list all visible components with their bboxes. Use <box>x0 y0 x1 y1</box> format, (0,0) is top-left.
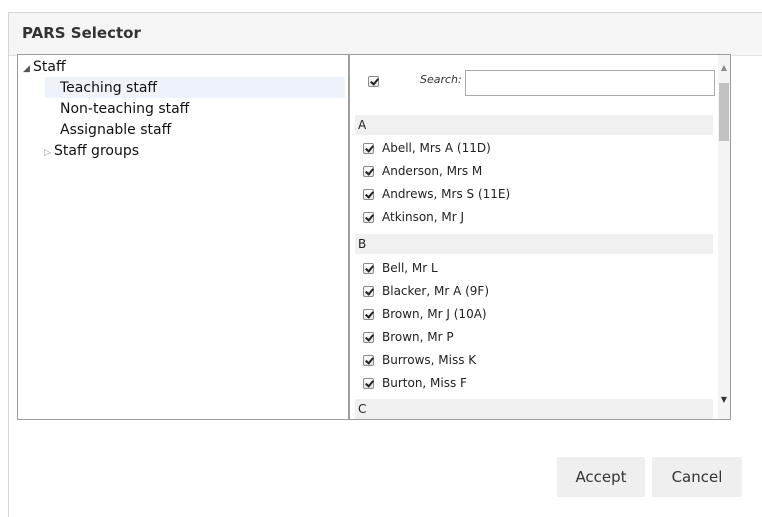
item-checkbox[interactable] <box>363 286 374 297</box>
search-label: Search: <box>420 73 462 86</box>
item-label: Anderson, Mrs M <box>382 164 483 178</box>
item-label: Andrews, Mrs S (11E) <box>382 187 511 201</box>
tree-node-assignable-staff[interactable]: Assignable staff <box>60 122 171 138</box>
item-label: Brown, Mr P <box>382 330 454 344</box>
scroll-down-arrow-icon[interactable]: ▼ <box>718 395 730 405</box>
dialog-titlebar: PARS Selector <box>9 13 762 56</box>
tree-node-teaching-staff[interactable]: Teaching staff <box>60 80 157 96</box>
scroll-up-arrow-icon[interactable]: ▲ <box>718 63 730 73</box>
tree-node-label: Assignable staff <box>60 122 172 138</box>
list-scrollbar[interactable]: ▲ ▼ <box>718 55 730 419</box>
tree-node-staff[interactable]: ◢ Staff <box>23 59 66 75</box>
cancel-button[interactable]: Cancel <box>652 457 742 497</box>
expanded-triangle-icon[interactable]: ◢ <box>23 64 33 74</box>
group-header-b: B <box>355 234 713 254</box>
dialog-title: PARS Selector <box>22 24 141 42</box>
tree-node-label: Staff groups <box>54 143 140 159</box>
collapsed-triangle-icon[interactable]: ▷ <box>44 148 54 158</box>
tree-node-label: Staff <box>33 59 66 75</box>
item-checkbox[interactable] <box>363 212 374 223</box>
tree-node-non-teaching-staff[interactable]: Non-teaching staff <box>60 101 189 117</box>
tree-node-label: Non-teaching staff <box>60 101 190 117</box>
item-checkbox[interactable] <box>363 143 374 154</box>
scrollbar-thumb[interactable] <box>719 83 729 141</box>
item-checkbox[interactable] <box>363 332 374 343</box>
group-header-c: C <box>355 399 713 419</box>
select-all-checkbox[interactable] <box>368 76 379 87</box>
item-checkbox[interactable] <box>363 166 374 177</box>
item-checkbox[interactable] <box>363 355 374 366</box>
item-label: Bell, Mr L <box>382 261 438 275</box>
item-label: Burton, Miss F <box>382 376 467 390</box>
search-input[interactable] <box>465 70 715 96</box>
item-label: Blacker, Mr A (9F) <box>382 284 490 298</box>
item-label: Atkinson, Mr J <box>382 210 465 224</box>
item-label: Burrows, Miss K <box>382 353 477 367</box>
staff-tree-pane: ◢ Staff Teaching staff Non-teaching staff… <box>17 54 349 420</box>
item-checkbox[interactable] <box>363 189 374 200</box>
item-label: Abell, Mrs A (11D) <box>382 141 491 155</box>
accept-button[interactable]: Accept <box>557 457 645 497</box>
item-label: Brown, Mr J (10A) <box>382 307 487 321</box>
tree-node-label: Teaching staff <box>60 80 158 96</box>
item-checkbox[interactable] <box>363 309 374 320</box>
item-checkbox[interactable] <box>363 263 374 274</box>
item-checkbox[interactable] <box>363 378 374 389</box>
group-header-a: A <box>355 115 713 135</box>
staff-list-pane: Search: A Abell, Mrs A (11D) Anderson, M… <box>349 54 731 420</box>
tree-node-staff-groups[interactable]: ▷ Staff groups <box>44 143 139 159</box>
